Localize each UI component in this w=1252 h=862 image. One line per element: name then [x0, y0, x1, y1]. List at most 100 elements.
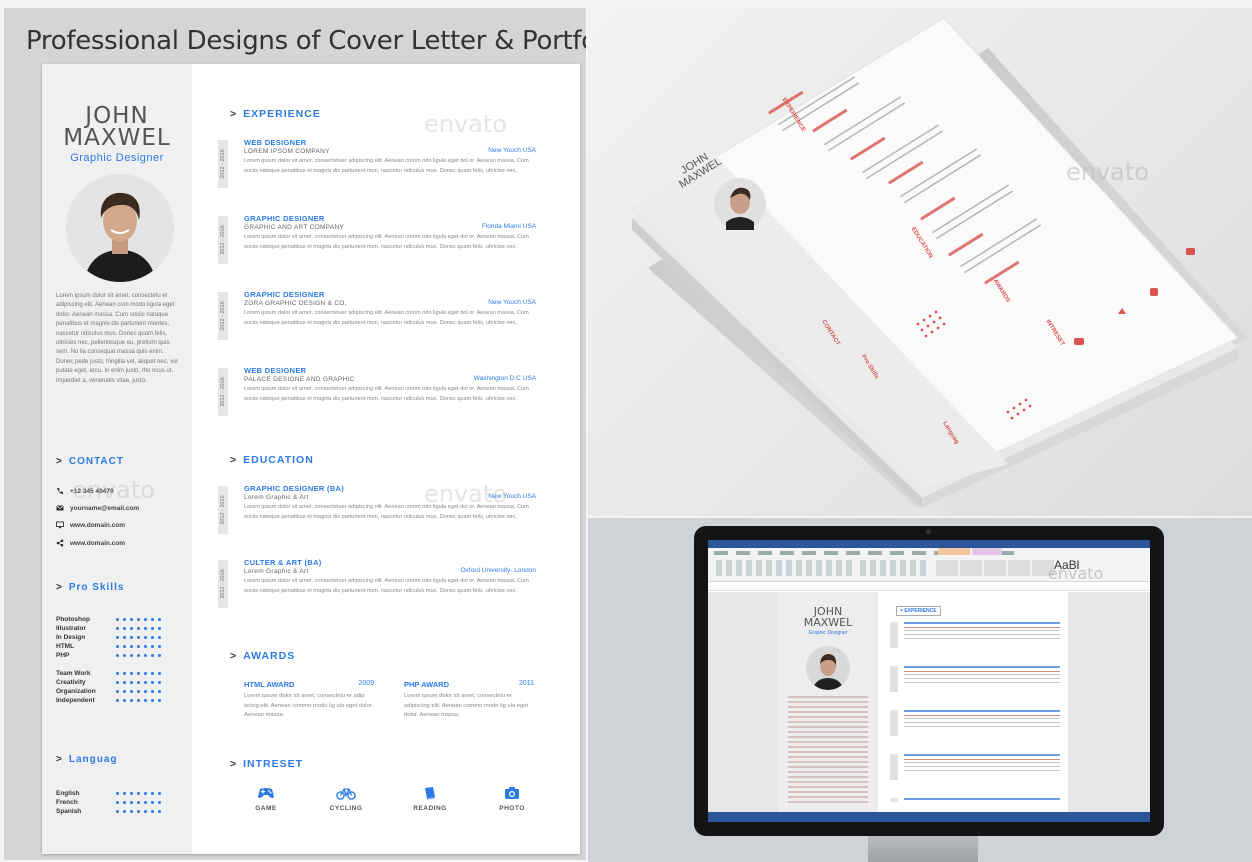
- skill-rating-dots: [116, 627, 161, 630]
- year-tab: 2012 - 2016: [218, 368, 228, 416]
- skill-row: Photoshop: [56, 616, 184, 624]
- award-item: PHP AWARD 2011 Lorem ipsum dolor sit ame…: [404, 680, 534, 721]
- ribbon-context-tab[interactable]: [972, 548, 1002, 555]
- document-canvas: JOHN MAXWEL Graphic Designer > EXPERIENC…: [708, 564, 1150, 812]
- entry-description: Lorem ipsum dolor sit amet, consectetuer…: [244, 578, 529, 594]
- contact-social: www.domain.com: [56, 539, 125, 547]
- language-label: Spanish: [56, 808, 82, 815]
- share-icon: [56, 539, 64, 547]
- skill-rating-dots: [116, 699, 161, 702]
- resume-sidebar: JOHN MAXWEL Graphic Designer Lorem ipsum…: [42, 64, 192, 854]
- year-range: 2012 - 2016: [220, 225, 226, 255]
- interest-reading: READING: [400, 786, 460, 812]
- skill-label: Team Work: [56, 670, 91, 677]
- award-title: PHP AWARD: [404, 680, 450, 689]
- skill-label: Photoshop: [56, 616, 90, 623]
- year-tab: 2012 - 2016: [218, 140, 228, 188]
- role-title: Graphic Designer: [70, 152, 164, 164]
- language-row: French: [56, 799, 184, 807]
- skill-row: In Design: [56, 634, 184, 642]
- ribbon-font-tools[interactable]: [716, 560, 856, 576]
- skill-label: In Design: [56, 634, 86, 641]
- skill-row: Illustrator: [56, 625, 184, 633]
- language-rating-dots: [116, 810, 161, 813]
- entry-description: Lorem ipsum dolor sit amet, consectetuer…: [244, 158, 529, 174]
- banner-title: Professional Designs of Cover Letter & P…: [26, 26, 586, 56]
- status-bar: [708, 812, 1150, 822]
- profile-photo: [66, 174, 174, 282]
- doc-experience-entries: [904, 622, 1060, 802]
- entry-description: Lorem ipsum dolor sit amet, consectetuer…: [244, 234, 529, 250]
- award-desc: Lorem ipsum dolor sit amet, consectetu e…: [404, 693, 529, 719]
- webcam-icon: [926, 529, 931, 534]
- education-heading: > EDUCATION: [230, 454, 314, 466]
- entry-location: Oxford University- London: [460, 567, 536, 574]
- stage: Professional Designs of Cover Letter & P…: [0, 0, 1252, 862]
- language-label: French: [56, 799, 78, 806]
- doc-role: Graphic Designer: [808, 630, 848, 636]
- experience-heading: > EXPERIENCE: [230, 108, 321, 120]
- skill-row: PHP: [56, 652, 184, 660]
- year-tab: 2012 - 2016: [218, 292, 228, 340]
- contact-email: yourname@email.com: [56, 504, 139, 512]
- interest-game: GAME: [236, 786, 296, 812]
- doc-name-last: MAXWEL: [803, 616, 853, 629]
- watermark: envato: [424, 110, 507, 138]
- doc-photo: [806, 646, 850, 690]
- year-range: 2012 - 2016: [220, 495, 226, 525]
- skill-label: Illustrator: [56, 625, 86, 632]
- language-rating-dots: [116, 792, 161, 795]
- skill-row: Organization: [56, 688, 184, 696]
- skill-row: Team Work: [56, 670, 184, 678]
- book-icon: [425, 787, 435, 800]
- stack-preview-panel: envato JOHN MAXWEL CONTACT Pro Skills La…: [588, 8, 1252, 516]
- entry-description: Lorem ipsum dolor sit amet, consectetuer…: [244, 504, 529, 520]
- entry-location: Washington D.C USA: [473, 375, 536, 382]
- ribbon-context-tab[interactable]: [938, 548, 970, 555]
- skill-rating-dots: [116, 618, 161, 621]
- entry-title: WEB DESIGNER: [244, 138, 307, 147]
- skill-label: HTML: [56, 643, 75, 650]
- year-tab: 2012 - 2016: [218, 486, 228, 534]
- name-last: MAXWEL: [63, 125, 171, 151]
- doc-name: JOHN MAXWEL: [790, 606, 866, 628]
- interest-photo: PHOTO: [482, 786, 542, 812]
- contact-heading: > CONTACT: [56, 456, 124, 467]
- skills-heading: > Pro Skills: [56, 582, 125, 593]
- entry-item: GRAPHIC DESIGNER ZORA GRAPHIC DESIGN & CO…: [244, 290, 536, 328]
- ribbon-styles-gallery[interactable]: [936, 560, 1056, 576]
- award-year: 2009: [358, 680, 374, 687]
- year-range: 2012 - 2016: [220, 301, 226, 331]
- entry-title: WEB DESIGNER: [244, 366, 307, 375]
- entry-location: New Youch USA: [488, 299, 536, 306]
- skill-label: Organization: [56, 688, 96, 695]
- style-preview[interactable]: AaBl: [1054, 558, 1079, 572]
- skill-row: HTML: [56, 643, 184, 651]
- entry-item: CULTER & ART (BA) Lorem Graphic & Art Oxfo…: [244, 558, 536, 596]
- skill-label: Creativity: [56, 679, 86, 686]
- skill-label: PHP: [56, 652, 70, 659]
- award-year: 2011: [518, 680, 534, 687]
- left-panel: Professional Designs of Cover Letter & P…: [4, 8, 586, 860]
- entry-location: New Youch USA: [488, 147, 536, 154]
- ribbon-paragraph-tools[interactable]: [860, 560, 930, 576]
- doc-about-lines: [788, 696, 868, 806]
- language-row: English: [56, 790, 184, 798]
- year-tab: 2012 - 2016: [218, 560, 228, 608]
- language-row: Spanish: [56, 808, 184, 816]
- award-desc: Lorem ipsum dolor sit amet, consectetu e…: [244, 693, 373, 719]
- entry-location: Florida Miami USA: [481, 223, 536, 230]
- person-portrait-icon: [66, 174, 174, 282]
- contact-phone: +12 345 40479: [56, 487, 114, 495]
- monitor-stand: [868, 836, 978, 862]
- monitor-frame: AaBl JOHN MAXWEL Graphic Designer > EXPE…: [694, 526, 1164, 836]
- language-heading: > Languag: [56, 754, 118, 765]
- entry-title: GRAPHIC DESIGNER: [244, 290, 325, 299]
- doc-experience-heading: > EXPERIENCE: [896, 606, 941, 616]
- award-title: HTML AWARD: [244, 680, 295, 689]
- awards-heading: > AWARDS: [230, 650, 296, 662]
- envelope-icon: [56, 505, 64, 511]
- skill-row: Creativity: [56, 679, 184, 687]
- entry-location: New Youch USA: [488, 493, 536, 500]
- entry-title: GRAPHIC DESIGNER: [244, 214, 325, 223]
